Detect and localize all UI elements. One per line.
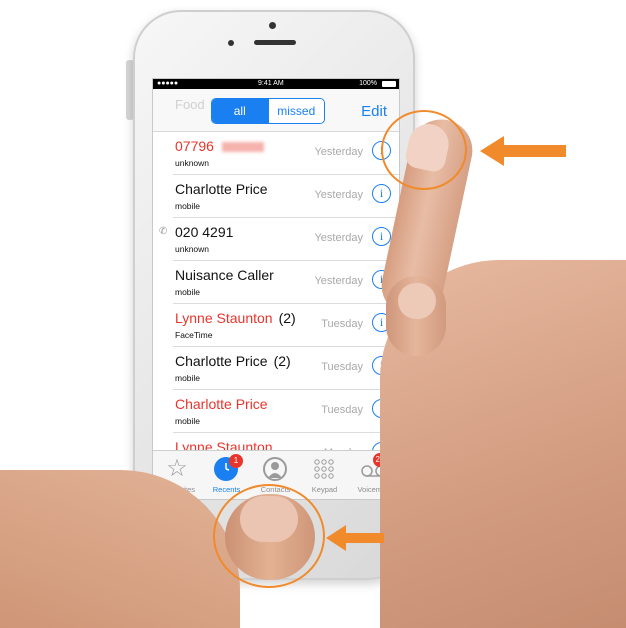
caller-name-text: 020 4291: [175, 224, 234, 240]
caller-name: Charlotte Price: [175, 181, 268, 197]
photo-stage: ●●●●● 9:41 AM 100% Food all missed Edit …: [0, 0, 626, 628]
call-time: Yesterday: [314, 275, 363, 287]
caller-name-text: Charlotte Price: [175, 181, 268, 197]
front-sensor: [269, 22, 276, 29]
call-row[interactable]: Charlotte Price(2)mobileTuesdayi: [173, 347, 399, 390]
call-count: (2): [278, 310, 296, 326]
info-icon[interactable]: i: [372, 227, 391, 246]
caller-name: Charlotte Price: [175, 396, 268, 412]
call-type: unknown: [175, 158, 210, 168]
call-type: mobile: [175, 201, 201, 211]
right-thumb-nail: [398, 283, 436, 319]
battery-icon: [382, 81, 396, 87]
call-row[interactable]: Nuisance CallermobileYesterdayi: [173, 261, 399, 304]
caller-name-text: Charlotte Price: [175, 353, 268, 369]
call-type: unknown: [175, 244, 210, 254]
front-camera: [228, 40, 234, 46]
caller-name-text: Lynne Staunton: [175, 310, 273, 326]
home-button-highlight-circle: [213, 484, 325, 588]
tab-label: Keypad: [311, 485, 338, 494]
home-button-arrow-icon: [326, 525, 384, 551]
call-row[interactable]: Charlotte Price mobile Yesterday i: [173, 175, 399, 218]
call-type: FaceTime: [175, 330, 213, 340]
earpiece-speaker: [254, 40, 296, 45]
call-type: mobile: [175, 373, 201, 383]
call-filter-segmented-control[interactable]: all missed: [211, 98, 325, 124]
call-time: Yesterday: [314, 146, 363, 158]
call-row[interactable]: 020 4291 unknown Yesterday i: [173, 218, 399, 261]
call-type: mobile: [175, 416, 201, 426]
caller-name: Lynne Staunton (2): [175, 310, 296, 326]
tab-keypad[interactable]: Keypad: [300, 451, 349, 499]
caller-name-text: Nuisance Caller: [175, 267, 274, 283]
star-icon: ☆: [166, 455, 188, 482]
contact-silhouette: [268, 462, 282, 478]
redacted-number: [221, 142, 264, 153]
call-row[interactable]: 07796 unknown Yesterday i: [173, 132, 399, 175]
keypad-icon: [312, 457, 336, 481]
caller-name: Charlotte Price (2): [175, 353, 291, 369]
keypad-dots: [314, 459, 334, 479]
caller-name: 020 4291: [175, 224, 233, 240]
call-type: mobile: [175, 287, 201, 297]
call-time: Tuesday: [321, 318, 363, 330]
nav-ghost-text: Food: [175, 97, 205, 112]
caller-name-text: Charlotte Price: [175, 396, 268, 412]
call-time: Yesterday: [314, 232, 363, 244]
segment-missed[interactable]: missed: [267, 99, 324, 123]
side-button-arrow-icon: [480, 136, 566, 166]
status-time: 9:41 AM: [258, 80, 284, 87]
caller-name: Nuisance Caller: [175, 267, 274, 283]
recents-nav-bar: Food all missed Edit: [153, 89, 399, 132]
caller-name: 07796: [175, 138, 264, 154]
recents-badge: 1: [229, 454, 243, 468]
caller-name-text: 07796: [175, 138, 214, 154]
call-row[interactable]: Lynne Staunton (2) FaceTime Tuesday i: [173, 304, 399, 347]
call-time: Yesterday: [314, 189, 363, 201]
carrier-signal: ●●●●●: [157, 80, 179, 87]
side-button-highlight-circle: [381, 110, 467, 190]
call-count: (2): [273, 353, 291, 369]
status-bar: ●●●●● 9:41 AM 100%: [153, 79, 399, 89]
call-time: Tuesday: [321, 361, 363, 373]
call-time: Tuesday: [321, 404, 363, 416]
contact-icon: [263, 457, 287, 481]
segment-all[interactable]: all: [212, 99, 268, 123]
call-row[interactable]: Charlotte PricemobileTuesdayi: [173, 390, 399, 433]
battery-percent: 100%: [359, 80, 377, 87]
recents-list: 07796 unknown Yesterday i Charlotte Price mob…: [153, 132, 399, 476]
edit-button[interactable]: Edit: [361, 103, 387, 120]
info-icon[interactable]: i: [372, 184, 391, 203]
phone-screen: ●●●●● 9:41 AM 100% Food all missed Edit …: [152, 78, 400, 500]
